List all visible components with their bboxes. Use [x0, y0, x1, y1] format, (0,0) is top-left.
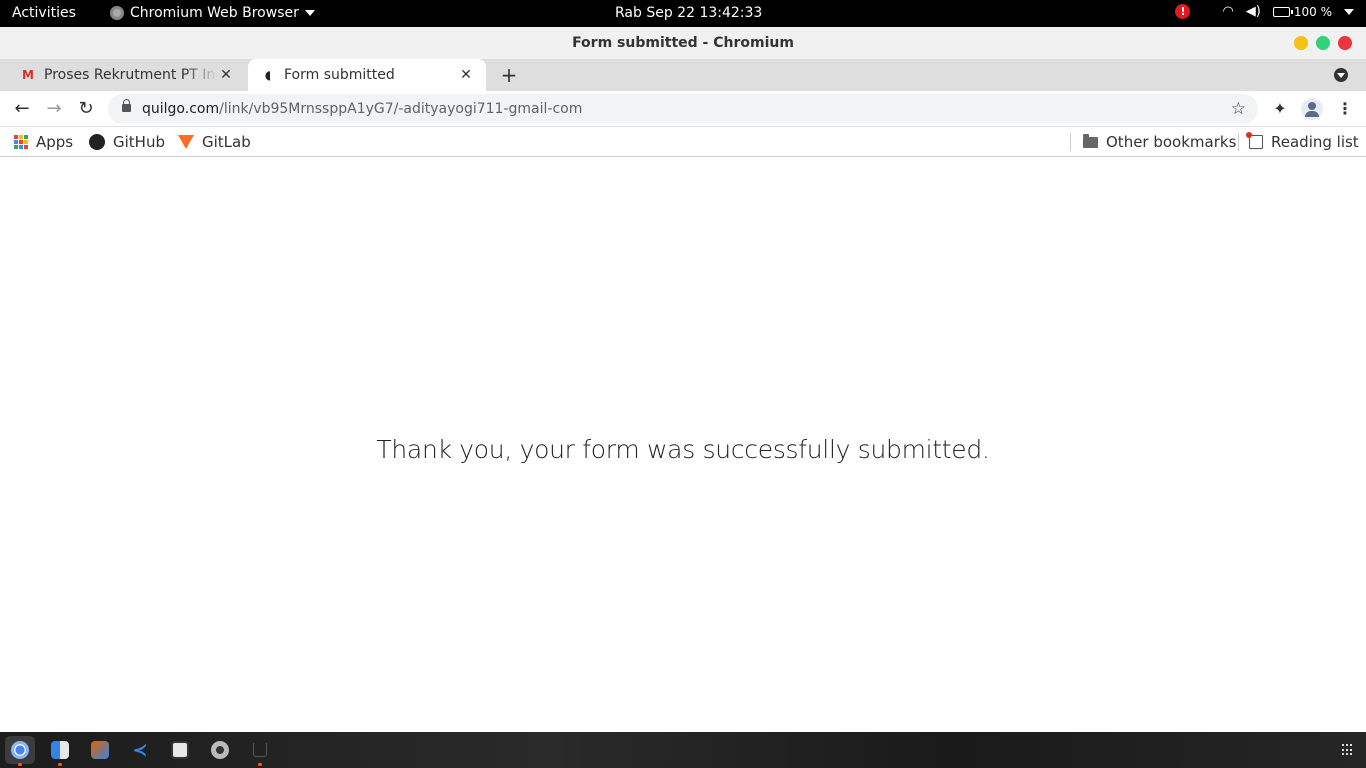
- reading-list-icon: [1246, 132, 1263, 149]
- chevron-down-icon: [1344, 8, 1354, 15]
- wifi-icon: ◠: [1222, 4, 1234, 19]
- gitlab-icon: [178, 135, 194, 149]
- reading-list[interactable]: Reading list: [1246, 127, 1359, 157]
- other-bookmarks[interactable]: Other bookmarks: [1083, 127, 1236, 157]
- bookmark-gitlab[interactable]: GitLab: [178, 127, 251, 157]
- tab-gmail[interactable]: M Proses Rekrutment PT Indo ✕: [8, 59, 246, 91]
- clock[interactable]: Rab Sep 22 13:42:33: [615, 5, 762, 21]
- dock-item-chromium[interactable]: [5, 736, 35, 766]
- back-button[interactable]: ←: [10, 97, 34, 121]
- bookmark-github[interactable]: GitHub: [89, 127, 165, 157]
- window-title: Form submitted - Chromium: [572, 35, 794, 51]
- divider: [1238, 133, 1239, 151]
- tab-search-icon[interactable]: [1334, 68, 1348, 82]
- url-host: quilgo.com: [142, 101, 220, 117]
- trash-icon: [253, 743, 267, 757]
- alert-icon[interactable]: !: [1175, 4, 1191, 19]
- app-menu-label: Chromium Web Browser: [130, 5, 299, 21]
- apps-grid-icon: [14, 135, 28, 149]
- dock-item-vscode[interactable]: ≺: [125, 736, 155, 764]
- dock-item-settings[interactable]: [205, 736, 235, 764]
- reading-list-label: Reading list: [1271, 133, 1359, 151]
- page-content: Thank you, your form was successfully su…: [0, 163, 1366, 732]
- tab-strip: M Proses Rekrutment PT Indo ✕ ◖ Form sub…: [0, 59, 1366, 91]
- success-message: Thank you, your form was successfully su…: [376, 435, 990, 464]
- tab-form-submitted[interactable]: ◖ Form submitted ✕: [248, 59, 486, 91]
- inkscape-icon: [171, 741, 189, 759]
- browser-toolbar: ← → ↻ quilgo.com/link/vb95MrnssppA1yG7/-…: [0, 91, 1366, 127]
- profile-button[interactable]: [1300, 97, 1324, 121]
- chevron-down-icon: [304, 10, 315, 16]
- dock-item-software[interactable]: [85, 736, 115, 764]
- other-bookmarks-label: Other bookmarks: [1106, 133, 1237, 151]
- software-icon: [91, 741, 109, 759]
- close-icon[interactable]: ✕: [218, 67, 234, 83]
- system-top-bar: Activities Chromium Web Browser Rab Sep …: [0, 0, 1366, 27]
- bookmarks-bar: Apps GitHub GitLab Other bookmarks Readi…: [0, 127, 1366, 157]
- form-icon: ◖: [264, 68, 272, 82]
- dock-item-files[interactable]: [45, 736, 75, 766]
- divider: [1070, 133, 1071, 151]
- bookmark-apps[interactable]: Apps: [14, 127, 73, 157]
- activities-button[interactable]: Activities: [12, 5, 76, 21]
- bookmark-label: GitHub: [113, 133, 165, 151]
- running-indicator: [18, 763, 22, 766]
- reload-button[interactable]: ↻: [74, 97, 98, 121]
- bookmark-star-icon[interactable]: ☆: [1231, 94, 1246, 124]
- battery-label: 100 %: [1293, 4, 1332, 19]
- window-titlebar[interactable]: Form submitted - Chromium: [0, 27, 1366, 59]
- chromium-icon: [110, 6, 124, 20]
- close-window-button[interactable]: [1338, 36, 1352, 50]
- avatar: [1301, 98, 1323, 120]
- bookmark-label: GitLab: [202, 133, 251, 151]
- battery-icon: [1272, 6, 1293, 17]
- chromium-icon: [11, 741, 29, 759]
- folder-icon: [1083, 133, 1098, 148]
- settings-icon: [211, 741, 229, 759]
- new-tab-button[interactable]: +: [498, 64, 520, 86]
- url-path: /link/vb95MrnssppA1yG7/-adityayogi711-gm…: [219, 101, 583, 117]
- maximize-button[interactable]: [1316, 36, 1330, 50]
- extensions-icon[interactable]: ✦: [1268, 97, 1292, 121]
- finder-icon: [51, 741, 69, 759]
- tab-title: Proses Rekrutment PT Indo: [44, 67, 218, 83]
- app-menu[interactable]: Chromium Web Browser: [110, 5, 315, 21]
- minimize-button[interactable]: [1294, 36, 1308, 50]
- dock-item-trash[interactable]: [245, 736, 275, 766]
- dock-item-inkscape[interactable]: [165, 736, 195, 764]
- forward-button[interactable]: →: [42, 97, 66, 121]
- close-icon[interactable]: ✕: [458, 67, 474, 83]
- running-indicator: [258, 763, 262, 766]
- github-icon: [89, 134, 105, 150]
- volume-icon: ◀): [1245, 4, 1261, 19]
- show-apps-button[interactable]: [1342, 744, 1354, 756]
- browser-window: Form submitted - Chromium M Proses Rekru…: [0, 27, 1366, 732]
- vscode-icon: ≺: [132, 739, 148, 761]
- running-indicator: [58, 763, 62, 766]
- system-tray[interactable]: ! ◠ ◀) 100 %: [1175, 4, 1354, 19]
- battery-indicator: 100 %: [1272, 4, 1332, 19]
- address-bar[interactable]: quilgo.com/link/vb95MrnssppA1yG7/-aditya…: [108, 94, 1258, 124]
- bookmark-label: Apps: [36, 133, 74, 151]
- menu-icon[interactable]: ⋮: [1333, 97, 1357, 121]
- tab-title: Form submitted: [284, 67, 395, 83]
- gmail-icon: M: [22, 68, 34, 82]
- lock-icon[interactable]: [122, 99, 131, 112]
- dock: ≺: [0, 732, 1366, 768]
- window-controls: [1294, 36, 1352, 50]
